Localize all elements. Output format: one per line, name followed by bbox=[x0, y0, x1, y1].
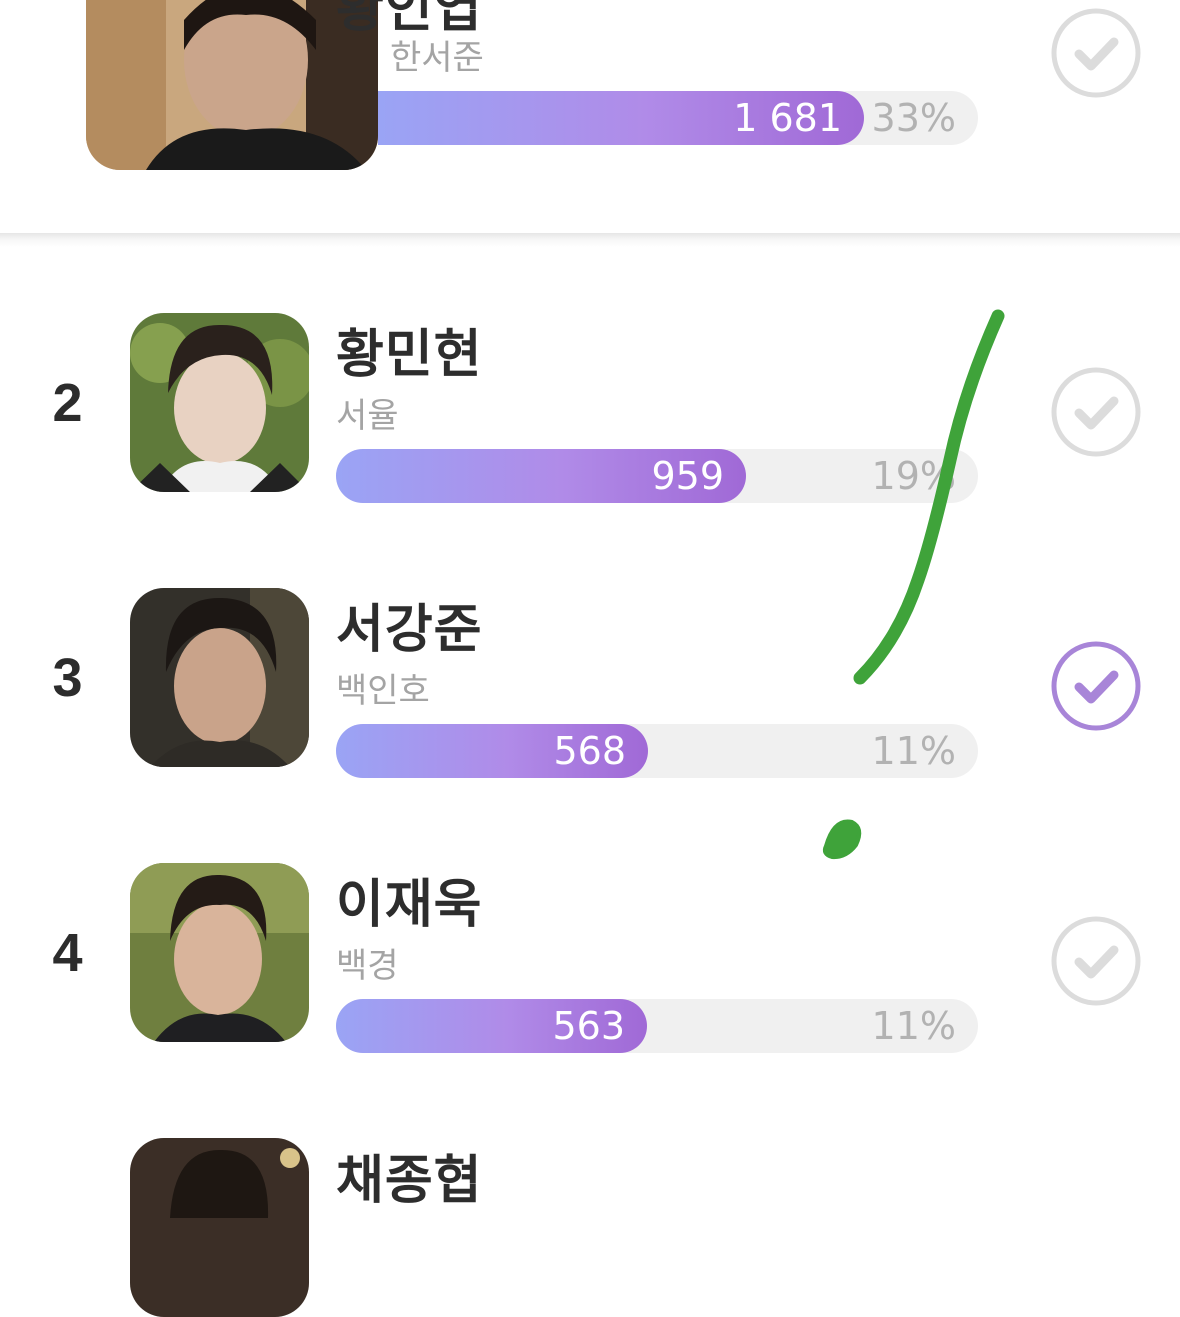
vote-bar-fill: 1 681 bbox=[378, 91, 864, 145]
rank-number: 3 bbox=[52, 648, 83, 708]
vote-bar: 563 11% bbox=[336, 999, 978, 1053]
vote-count: 563 bbox=[552, 1004, 625, 1048]
vote-count: 959 bbox=[651, 454, 724, 498]
top-candidate-card[interactable]: 황인엽 한서준 1 681 33% bbox=[0, 0, 1180, 235]
check-circle-icon bbox=[1051, 916, 1141, 1006]
vote-bar-fill: 568 bbox=[336, 724, 648, 778]
portrait-image bbox=[130, 863, 309, 1042]
candidate-role: 백경 bbox=[336, 946, 399, 986]
select-button[interactable] bbox=[1050, 366, 1142, 458]
candidate-name: 서강준 bbox=[336, 600, 483, 660]
select-button[interactable] bbox=[1050, 7, 1142, 99]
rank-number: 2 bbox=[52, 373, 83, 433]
vote-count: 1 681 bbox=[733, 96, 842, 140]
avatar bbox=[130, 588, 309, 767]
portrait-image bbox=[130, 1138, 309, 1317]
vote-bar: 568 11% bbox=[336, 724, 978, 778]
portrait-image bbox=[130, 313, 309, 492]
vote-percent: 19% bbox=[871, 454, 956, 498]
avatar-top bbox=[86, 0, 378, 170]
avatar bbox=[130, 313, 309, 492]
check-circle-icon bbox=[1051, 641, 1141, 731]
vote-bar: 1 681 33% bbox=[378, 91, 978, 145]
vote-bar-fill: 563 bbox=[336, 999, 647, 1053]
avatar bbox=[130, 863, 309, 1042]
candidate-name: 채종협 bbox=[336, 1151, 483, 1211]
vote-count: 568 bbox=[553, 729, 626, 773]
select-button-selected[interactable] bbox=[1050, 640, 1142, 732]
rank-number: 4 bbox=[52, 923, 83, 983]
check-circle-icon bbox=[1051, 8, 1141, 98]
candidate-role: 서율 bbox=[336, 396, 399, 436]
vote-percent: 33% bbox=[871, 96, 956, 140]
section-divider bbox=[0, 233, 1180, 247]
vote-bar: 959 19% bbox=[336, 449, 978, 503]
vote-percent: 11% bbox=[871, 729, 956, 773]
select-button[interactable] bbox=[1050, 915, 1142, 1007]
portrait-image bbox=[130, 588, 309, 767]
portrait-image bbox=[86, 0, 378, 170]
candidate-role: 한서준 bbox=[390, 38, 484, 78]
candidate-name: 황민현 bbox=[336, 325, 483, 385]
vote-percent: 11% bbox=[871, 1004, 956, 1048]
vote-bar-fill: 959 bbox=[336, 449, 746, 503]
candidate-role: 백인호 bbox=[336, 671, 430, 711]
check-circle-icon bbox=[1051, 367, 1141, 457]
avatar bbox=[130, 1138, 309, 1317]
candidate-name: 이재욱 bbox=[336, 875, 483, 935]
